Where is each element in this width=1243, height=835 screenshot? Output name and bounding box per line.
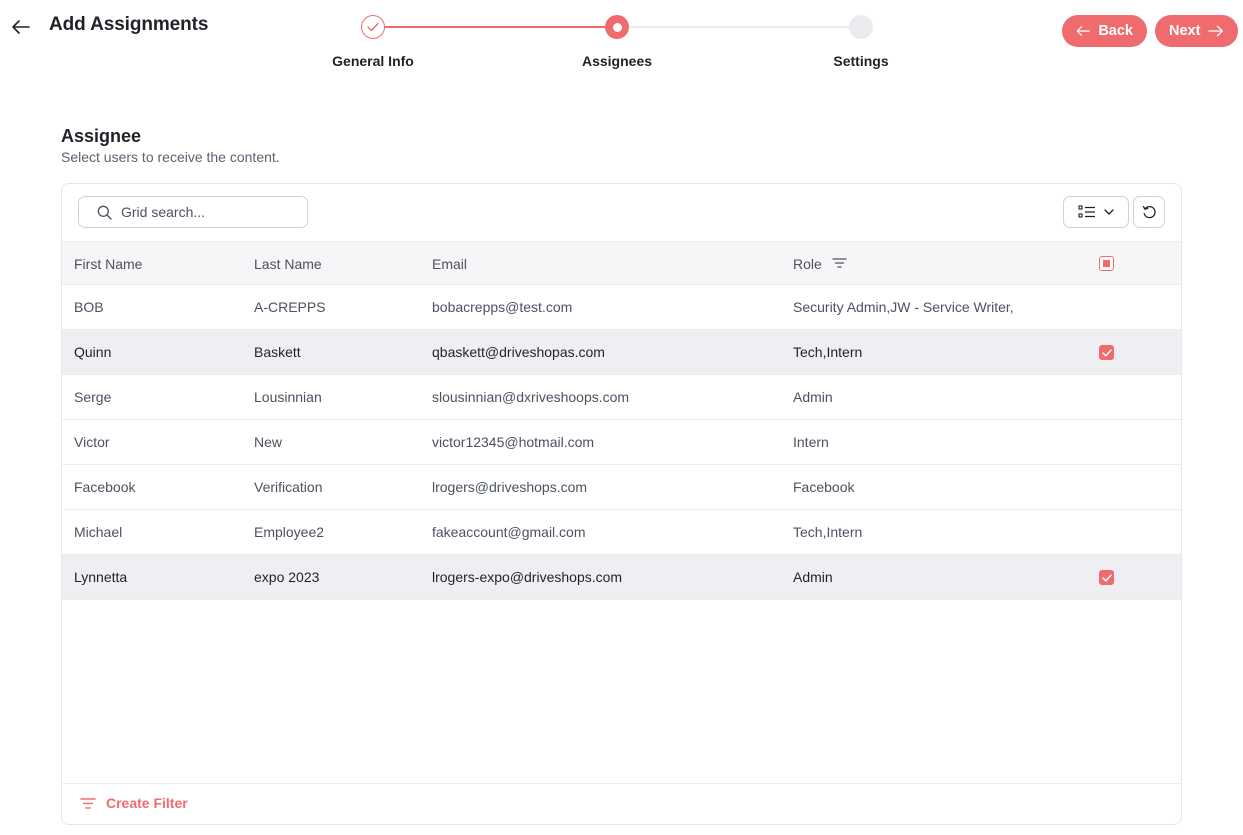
column-header-last-name[interactable]: Last Name (254, 242, 322, 286)
last-name-cell: Baskett (254, 344, 301, 360)
section-title: Assignee (61, 126, 142, 146)
first-name-cell: Serge (74, 389, 112, 405)
last-name-cell: Verification (254, 479, 323, 495)
grid-header-row: First Name Last Name Email Role (62, 241, 1181, 285)
checkmark-icon (1101, 573, 1112, 582)
next-button-label: Next (1169, 23, 1201, 39)
first-name-cell: Michael (74, 524, 123, 540)
column-selector-button[interactable] (1063, 196, 1129, 228)
column-header-role[interactable]: Role (793, 242, 822, 286)
role-cell: Admin (793, 569, 833, 585)
grid-footer: Create Filter (62, 783, 1181, 824)
grid-search-input[interactable] (121, 204, 281, 220)
first-name-cell: Facebook (74, 479, 136, 495)
create-filter-button[interactable]: Create Filter (80, 795, 188, 811)
email-cell: lrogers@driveshops.com (432, 479, 588, 495)
back-button[interactable]: Back (1062, 15, 1147, 47)
stepper-line-complete (384, 26, 606, 28)
column-header-email[interactable]: Email (432, 242, 467, 286)
reset-icon (1142, 205, 1156, 218)
arrow-right-icon (1208, 25, 1224, 37)
stepper: General Info Assignees Settings (0, 0, 1243, 80)
arrow-left-icon (1076, 26, 1091, 36)
role-cell: Tech,Intern (793, 524, 863, 540)
email-cell: slousinnian@dxriveshoops.com (432, 389, 630, 405)
step-general-info-circle[interactable] (361, 15, 385, 39)
column-list-icon (1078, 205, 1095, 218)
step-settings-label[interactable]: Settings (833, 53, 888, 69)
back-button-label: Back (1098, 23, 1133, 39)
step-settings-circle[interactable] (849, 15, 873, 39)
email-cell: lrogers-expo@driveshops.com (432, 569, 623, 585)
row-checkbox[interactable] (1099, 570, 1114, 585)
email-cell: qbaskett@driveshopas.com (432, 344, 605, 360)
table-row[interactable]: Victor New victor12345@hotmail.com Intern (62, 420, 1181, 465)
checkmark-icon (1101, 348, 1112, 357)
table-row[interactable]: Michael Employee2 fakeaccount@gmail.com Tec… (62, 510, 1181, 555)
table-row[interactable]: Facebook Verification lrogers@driveshops.c… (62, 465, 1181, 510)
first-name-cell: Victor (74, 434, 110, 450)
table-row[interactable]: Serge Lousinnian slousinnian@dxriveshoops.… (62, 375, 1181, 420)
step-assignees-circle[interactable] (605, 15, 629, 39)
step-assignees-label[interactable]: Assignees (582, 53, 652, 69)
first-name-cell: BOB (74, 299, 104, 315)
section-subtitle: Select users to receive the content. (61, 149, 280, 165)
email-cell: victor12345@hotmail.com (432, 434, 595, 450)
last-name-cell: New (254, 434, 283, 450)
checkmark-icon (367, 22, 379, 32)
last-name-cell: Employee2 (254, 524, 325, 540)
column-header-first-name[interactable]: First Name (74, 242, 142, 286)
email-cell: bobacrepps@test.com (432, 299, 573, 315)
last-name-cell: Lousinnian (254, 389, 322, 405)
role-cell: Admin (793, 389, 833, 405)
grid-toolbar (62, 184, 1181, 241)
select-all-checkbox[interactable] (1099, 256, 1114, 271)
create-filter-label: Create Filter (106, 795, 188, 811)
grid-search[interactable] (78, 196, 308, 228)
role-cell: Security Admin,JW - Service Writer, (793, 299, 1014, 315)
step-general-info-label[interactable]: General Info (332, 53, 414, 69)
last-name-cell: A-CREPPS (254, 299, 326, 315)
filter-icon[interactable] (832, 256, 847, 270)
filter-icon (80, 797, 96, 809)
first-name-cell: Quinn (74, 344, 112, 360)
next-button[interactable]: Next (1155, 15, 1238, 47)
last-name-cell: expo 2023 (254, 569, 320, 585)
table-row[interactable]: Lynnetta expo 2023 lrogers-expo@driveshops… (62, 555, 1181, 600)
stepper-line-pending (628, 26, 850, 28)
first-name-cell: Lynnetta (74, 569, 128, 585)
role-cell: Tech,Intern (793, 344, 863, 360)
table-row[interactable]: BOB A-CREPPS bobacrepps@test.com Security A… (62, 285, 1181, 330)
reset-button[interactable] (1133, 196, 1165, 228)
email-cell: fakeaccount@gmail.com (432, 524, 586, 540)
row-checkbox[interactable] (1099, 345, 1114, 360)
role-cell: Intern (793, 434, 829, 450)
search-icon (97, 205, 112, 220)
chevron-down-icon (1104, 209, 1114, 215)
table-row[interactable]: Quinn Baskett qbaskett@driveshopas.com Tech… (62, 330, 1181, 375)
role-cell: Facebook (793, 479, 855, 495)
assignee-grid: First Name Last Name Email Role BOB A-CRE… (61, 183, 1182, 825)
